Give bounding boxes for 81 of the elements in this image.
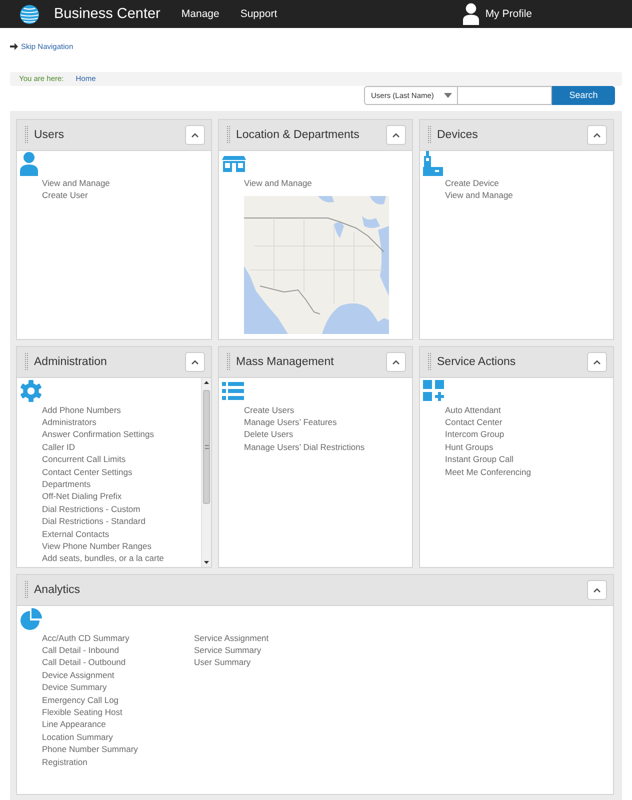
pie-chart-icon: [20, 608, 42, 630]
nav-link[interactable]: Manage: [181, 8, 220, 20]
panel-link[interactable]: Manage Users’ Dial Restrictions: [244, 440, 365, 454]
caret-icon: [593, 586, 601, 592]
panel-link[interactable]: Administrators: [42, 416, 96, 428]
panel-link[interactable]: Call Detail - Inbound: [42, 644, 120, 656]
panel-link[interactable]: Dial Restrictions - Custom: [42, 502, 140, 516]
panel-link[interactable]: Acc/Auth CD Summary: [42, 632, 130, 644]
panel-link[interactable]: Create Users: [244, 404, 294, 416]
panel-link[interactable]: Emergency Call Log: [42, 694, 119, 706]
panel-title: Service Actions: [437, 356, 517, 368]
person-silhouette-icon: [463, 3, 480, 25]
panel-link[interactable]: Dial Restrictions - Standard: [42, 515, 146, 528]
panel-link[interactable]: View and Manage: [445, 188, 513, 202]
panel-title: Analytics: [34, 584, 82, 596]
panel-link[interactable]: Call Detail - Outbound: [42, 656, 126, 669]
panel-link[interactable]: Off-Net Dialing Prefix: [42, 490, 122, 503]
caret-icon: [392, 132, 400, 138]
panel-link[interactable]: Phone Number Summary: [42, 743, 138, 756]
panel-title: Users: [34, 128, 66, 140]
caret-icon: [593, 358, 601, 364]
striped-globe-logo-icon[interactable]: [20, 4, 39, 24]
panel-link[interactable]: Device Summary: [42, 681, 107, 694]
panel-link[interactable]: Departments: [42, 478, 91, 490]
panel-link[interactable]: Registration: [42, 756, 88, 768]
panel-link[interactable]: Delete Users: [244, 428, 294, 441]
collapse-button[interactable]: [386, 124, 406, 144]
collapse-button[interactable]: [386, 352, 406, 372]
brand-title: Business Center: [54, 6, 160, 22]
panel-link[interactable]: User Summary: [194, 656, 251, 669]
panel-link[interactable]: Intercom Group: [445, 428, 504, 441]
collapse-button[interactable]: [587, 352, 607, 372]
nav-link[interactable]: Support: [240, 8, 278, 20]
panel-link[interactable]: View and Manage: [244, 176, 312, 189]
search-button[interactable]: Search: [552, 86, 615, 104]
caret-down-icon: [444, 92, 452, 98]
arrow-icon: [10, 42, 18, 50]
panel-link[interactable]: Contact Center Settings: [42, 466, 132, 478]
panel-link[interactable]: Create User: [42, 188, 88, 202]
collapse-button[interactable]: [185, 124, 205, 144]
panel-link[interactable]: Caller ID: [42, 440, 76, 454]
panel-link[interactable]: External Contacts: [42, 528, 110, 540]
panel-link[interactable]: Hunt Groups: [445, 440, 494, 454]
caret-icon: [191, 132, 199, 138]
collapse-button[interactable]: [587, 580, 607, 600]
caret-icon: [392, 358, 400, 364]
cordless-phone-icon: [423, 151, 443, 176]
panel-link[interactable]: Contact Center: [445, 416, 502, 428]
panel-link[interactable]: View Phone Number Ranges: [42, 540, 152, 552]
panel-link[interactable]: Add seats, bundles, or a la carte: [42, 552, 164, 565]
panel-link[interactable]: Instant Group Call: [445, 453, 514, 466]
collapse-button[interactable]: [185, 352, 205, 372]
panel-link[interactable]: Add Phone Numbers: [42, 404, 121, 416]
panel-link[interactable]: Location Summary: [42, 730, 113, 744]
panel-link[interactable]: View and Manage: [42, 176, 110, 189]
panel-link[interactable]: Flexible Seating Host: [42, 706, 122, 718]
panel-title: Administration: [34, 356, 108, 368]
search-field[interactable]: [458, 86, 552, 104]
panel-title: Devices: [437, 128, 479, 140]
caret-icon: [593, 132, 601, 138]
panel-link[interactable]: Manage Users’ Features: [244, 416, 337, 428]
caret-icon: [191, 358, 199, 364]
store-icon: [222, 156, 246, 172]
panel-link[interactable]: Meet Me Conferencing: [445, 466, 531, 478]
panel-title: Mass Management: [236, 356, 335, 368]
gear-icon: [20, 380, 42, 402]
list-icon: [222, 382, 244, 400]
panel-link[interactable]: Service Summary: [194, 644, 262, 656]
panel-link[interactable]: Create Device: [445, 176, 499, 189]
panel-link[interactable]: Auto Attendant: [445, 404, 501, 416]
panel-link[interactable]: Device Assignment: [42, 668, 114, 682]
grid-plus-icon: [423, 380, 444, 401]
scrollbar-thumb[interactable]: [203, 390, 210, 504]
collapse-button[interactable]: [587, 124, 607, 144]
profile-link[interactable]: My Profile: [463, 3, 532, 25]
panel-link[interactable]: Service Assignment: [194, 632, 269, 644]
panel-title: Location & Departments: [236, 128, 360, 140]
panel-link[interactable]: Answer Confirmation Settings: [42, 428, 154, 441]
panel-link[interactable]: Concurrent Call Limits: [42, 453, 126, 466]
panel-link[interactable]: Line Appearance: [42, 718, 106, 731]
person-icon: [20, 152, 38, 176]
